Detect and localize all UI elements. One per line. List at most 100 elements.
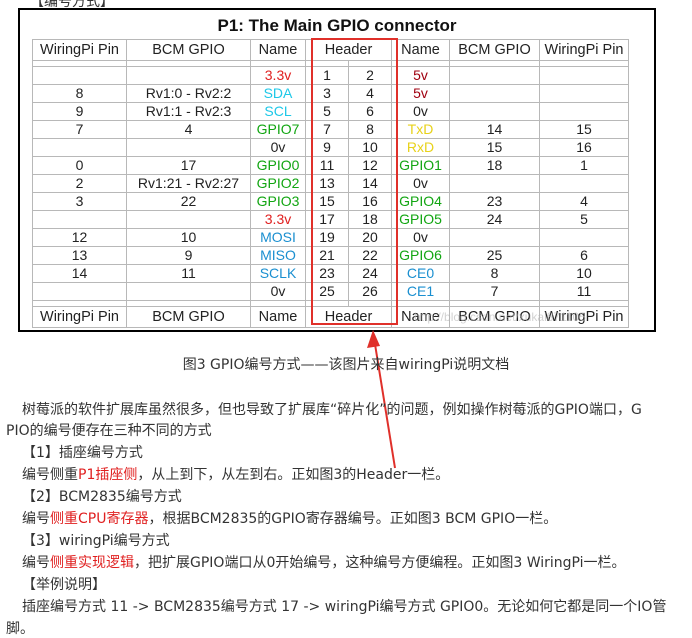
table-row: 8 Rv1:0 - Rv2:2 SDA 3 4 5v bbox=[32, 84, 629, 103]
wiringpi-pin-cell: 9 bbox=[32, 102, 127, 121]
header-pin-cell: 23 bbox=[305, 264, 349, 283]
pin-name-cell: GPIO3 bbox=[250, 192, 306, 211]
table-row: 9 Rv1:1 - Rv2:3 SCL 5 6 0v bbox=[32, 102, 629, 121]
wiringpi-pin-cell bbox=[32, 138, 127, 157]
bcm-gpio-cell bbox=[449, 66, 540, 85]
pin-name-cell: MISO bbox=[250, 246, 306, 265]
column-header: WiringPi Pin bbox=[32, 39, 127, 61]
bcm-gpio-cell: 25 bbox=[449, 246, 540, 265]
wiringpi-pin-cell bbox=[32, 282, 127, 301]
wiringpi-pin-cell bbox=[539, 228, 629, 247]
pin-name-cell: 0v bbox=[391, 174, 450, 193]
pin-name-cell: 0v bbox=[391, 102, 450, 121]
bcm-gpio-cell bbox=[126, 210, 251, 229]
header-pin-cell: 1 bbox=[305, 66, 349, 85]
gpio-table: WiringPi Pin BCM GPIO Name Header Name BCM GP… bbox=[32, 39, 629, 328]
header-pin-cell: 22 bbox=[348, 246, 392, 265]
bcm-gpio-cell: 9 bbox=[126, 246, 251, 265]
pin-name-cell: GPIO6 bbox=[391, 246, 450, 265]
wiringpi-pin-cell: 6 bbox=[539, 246, 629, 265]
column-header: Name bbox=[391, 39, 450, 61]
table-row: 12 10 MOSI 19 20 0v bbox=[32, 228, 629, 247]
wiringpi-pin-cell: 16 bbox=[539, 138, 629, 157]
column-header: BCM GPIO bbox=[449, 39, 540, 61]
header-pin-cell: 21 bbox=[305, 246, 349, 265]
bcm-gpio-cell bbox=[126, 282, 251, 301]
intro-line-2: PIO的编号便存在三种不同的方式 bbox=[6, 423, 212, 439]
watermark: http://blog.csdn.net/xukai871105 bbox=[414, 310, 586, 324]
example-line-2: 脚。 bbox=[6, 621, 34, 637]
pin-name-cell: MOSI bbox=[250, 228, 306, 247]
pin-name-cell: SDA bbox=[250, 84, 306, 103]
bcm-gpio-cell bbox=[449, 174, 540, 193]
header-pin-cell: 3 bbox=[305, 84, 349, 103]
example-title: 【举例说明】 bbox=[22, 577, 106, 593]
table-row: 3.3v 17 18 GPIO5 24 5 bbox=[32, 210, 629, 229]
table-row: 2 Rv1:21 - Rv2:27 GPIO2 13 14 0v bbox=[32, 174, 629, 193]
bcm-gpio-cell: 10 bbox=[126, 228, 251, 247]
column-header: Name bbox=[250, 306, 306, 328]
wiringpi-pin-cell: 4 bbox=[539, 192, 629, 211]
bcm-gpio-cell: 18 bbox=[449, 156, 540, 175]
column-header: WiringPi Pin bbox=[32, 306, 127, 328]
header-pin-cell: 8 bbox=[348, 120, 392, 139]
example-line-1: 插座编号方式 11 -> BCM2835编号方式 17 -> wiringPi编… bbox=[22, 599, 667, 615]
pin-name-cell: CE0 bbox=[391, 264, 450, 283]
pin-name-cell: 0v bbox=[250, 282, 306, 301]
pin-name-cell: SCLK bbox=[250, 264, 306, 283]
column-header: Name bbox=[250, 39, 306, 61]
header-pin-cell: 24 bbox=[348, 264, 392, 283]
pin-name-cell: GPIO2 bbox=[250, 174, 306, 193]
column-header: WiringPi Pin bbox=[539, 39, 629, 61]
highlight-text: 侧重实现逻辑 bbox=[50, 555, 134, 571]
intro-line-1: 树莓派的软件扩展库虽然很多，但也导致了扩展库“碎片化”的问题，例如操作树莓派的G… bbox=[22, 402, 642, 418]
column-header: Header bbox=[305, 39, 392, 61]
header-pin-cell: 19 bbox=[305, 228, 349, 247]
wiringpi-pin-cell: 10 bbox=[539, 264, 629, 283]
bcm-gpio-cell bbox=[126, 66, 251, 85]
bcm-gpio-cell: 8 bbox=[449, 264, 540, 283]
gpio-figure: P1: The Main GPIO connector WiringPi Pin… bbox=[18, 8, 656, 332]
wiringpi-pin-cell: 3 bbox=[32, 192, 127, 211]
section-3-text: 编号侧重实现逻辑，把扩展GPIO端口从0开始编号，这种编号方便编程。正如图3 W… bbox=[22, 555, 626, 571]
wiringpi-pin-cell bbox=[539, 102, 629, 121]
bcm-gpio-cell: Rv1:1 - Rv2:3 bbox=[126, 102, 251, 121]
wiringpi-pin-cell: 11 bbox=[539, 282, 629, 301]
header-pin-cell: 16 bbox=[348, 192, 392, 211]
header-pin-cell: 2 bbox=[348, 66, 392, 85]
header-pin-cell: 13 bbox=[305, 174, 349, 193]
bcm-gpio-cell: 24 bbox=[449, 210, 540, 229]
pin-name-cell: RxD bbox=[391, 138, 450, 157]
header-pin-cell: 20 bbox=[348, 228, 392, 247]
header-pin-cell: 11 bbox=[305, 156, 349, 175]
header-pin-cell: 6 bbox=[348, 102, 392, 121]
table-row: 13 9 MISO 21 22 GPIO6 25 6 bbox=[32, 246, 629, 265]
wiringpi-pin-cell: 13 bbox=[32, 246, 127, 265]
header-pin-cell: 25 bbox=[305, 282, 349, 301]
wiringpi-pin-cell bbox=[539, 84, 629, 103]
bcm-gpio-cell: 17 bbox=[126, 156, 251, 175]
wiringpi-pin-cell: 15 bbox=[539, 120, 629, 139]
bcm-gpio-cell: 23 bbox=[449, 192, 540, 211]
pin-name-cell: 5v bbox=[391, 66, 450, 85]
bcm-gpio-cell: 14 bbox=[449, 120, 540, 139]
bcm-gpio-cell: 15 bbox=[449, 138, 540, 157]
wiringpi-pin-cell: 12 bbox=[32, 228, 127, 247]
figure-caption: 图3 GPIO编号方式——该图片来自wiringPi说明文档 bbox=[182, 357, 510, 373]
pin-name-cell: 0v bbox=[250, 138, 306, 157]
pin-name-cell: SCL bbox=[250, 102, 306, 121]
pin-name-cell: 3.3v bbox=[250, 66, 306, 85]
wiringpi-pin-cell bbox=[539, 66, 629, 85]
pin-name-cell: GPIO1 bbox=[391, 156, 450, 175]
bcm-gpio-cell bbox=[449, 102, 540, 121]
pin-name-cell: GPIO4 bbox=[391, 192, 450, 211]
header-pin-cell: 10 bbox=[348, 138, 392, 157]
header-pin-cell: 7 bbox=[305, 120, 349, 139]
header-pin-cell: 5 bbox=[305, 102, 349, 121]
section-2-text: 编号侧重CPU寄存器，根据BCM2835的GPIO寄存器编号。正如图3 BCM … bbox=[22, 511, 558, 527]
bcm-gpio-cell: Rv1:21 - Rv2:27 bbox=[126, 174, 251, 193]
wiringpi-pin-cell: 8 bbox=[32, 84, 127, 103]
pin-name-cell: TxD bbox=[391, 120, 450, 139]
bcm-gpio-cell: Rv1:0 - Rv2:2 bbox=[126, 84, 251, 103]
pin-name-cell: 3.3v bbox=[250, 210, 306, 229]
